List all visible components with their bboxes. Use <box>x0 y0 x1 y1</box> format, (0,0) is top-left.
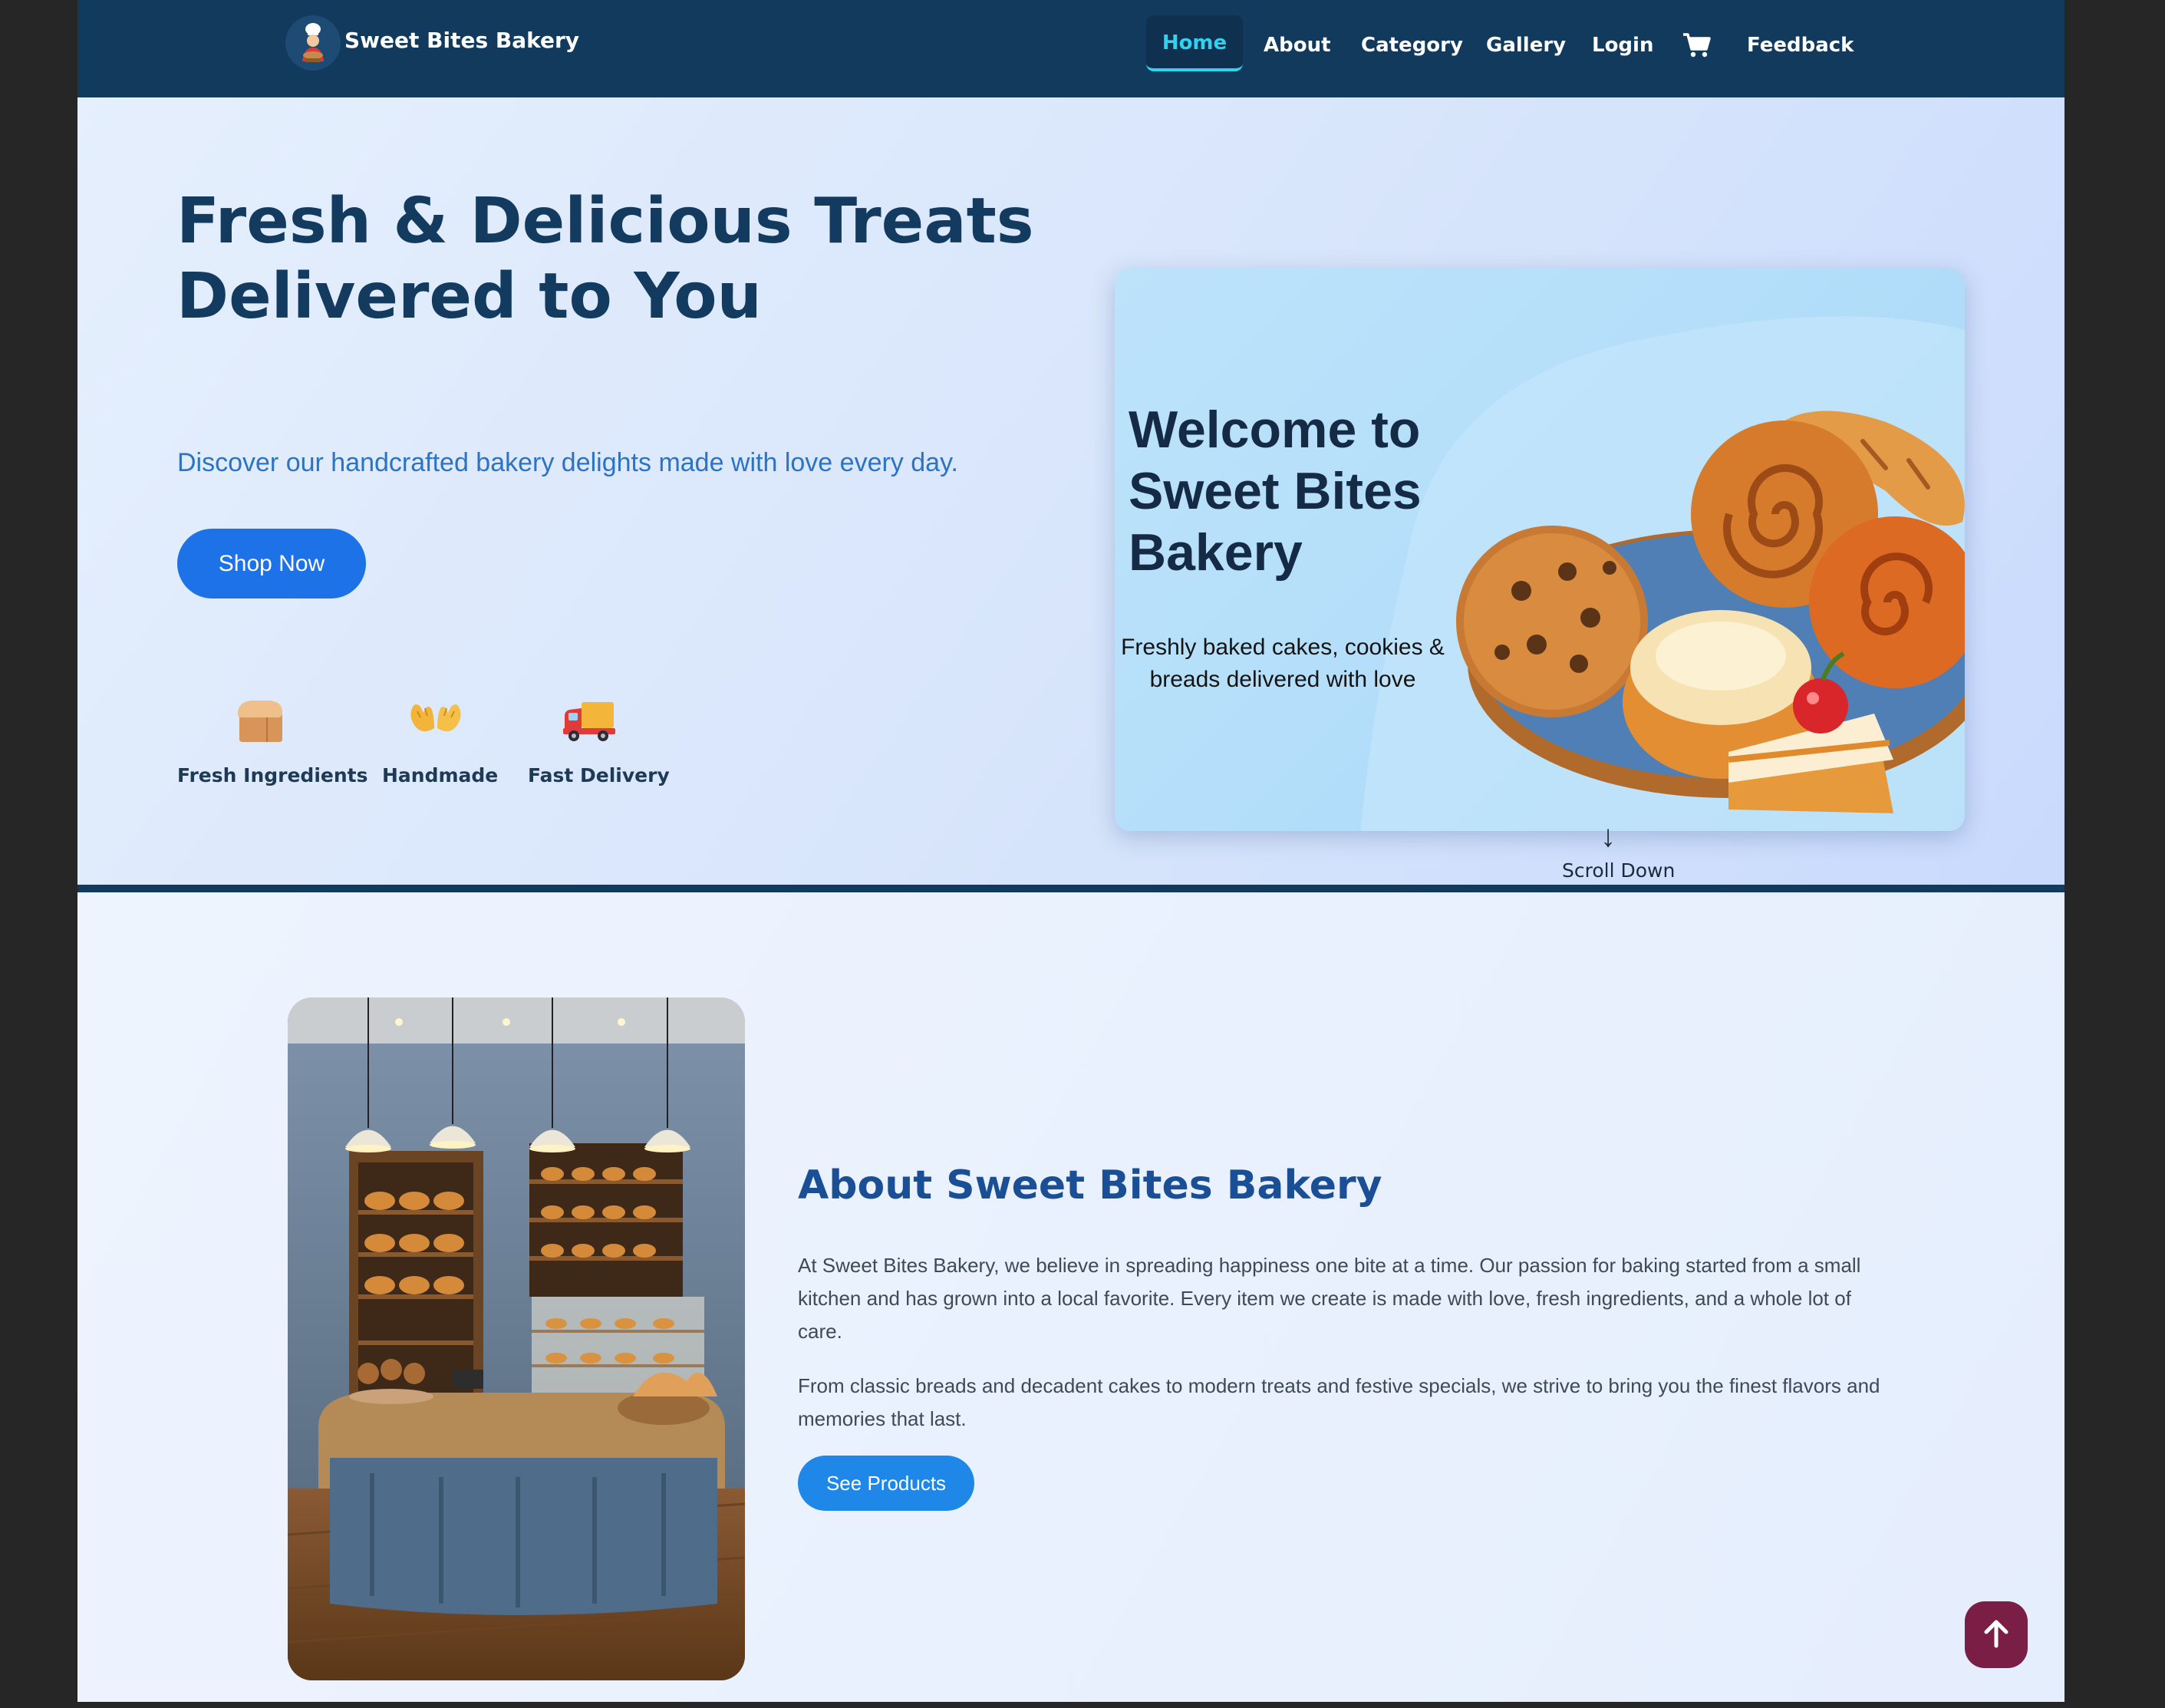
cart-icon[interactable] <box>1682 32 1711 58</box>
navbar: Sweet Bites Bakery Home About Category G… <box>77 0 2064 97</box>
page: Sweet Bites Bakery Home About Category G… <box>77 0 2064 1702</box>
about-paragraph: At Sweet Bites Bakery, we believe in spr… <box>798 1254 1861 1343</box>
feature-label: Handmade <box>382 764 499 786</box>
feature-fresh-ingredients: Fresh Ingredients <box>177 694 367 786</box>
feature-handmade: Handmade <box>382 694 498 786</box>
welcome-banner-card: Welcome to Sweet Bites Bakery Freshly ba… <box>1115 269 1965 831</box>
hero-title: Fresh & Delicious Treats Delivered to Yo… <box>176 185 1034 333</box>
back-to-top-button[interactable] <box>1965 1601 2028 1668</box>
feature-label: Fresh Ingredients <box>177 764 368 786</box>
arrow-up-icon <box>1982 1618 2011 1651</box>
pastry-platter-illustration <box>1456 411 1965 813</box>
nav-category[interactable]: Category <box>1361 0 1463 91</box>
nav-feedback[interactable]: Feedback <box>1747 0 1854 91</box>
brand-name[interactable]: Sweet Bites Bakery <box>344 28 579 53</box>
nav-about[interactable]: About <box>1264 0 1331 91</box>
shop-now-button[interactable]: Shop Now <box>177 529 366 598</box>
about-paragraph: From classic breads and decadent cakes t… <box>798 1374 1880 1430</box>
feature-label: Fast Delivery <box>528 764 670 786</box>
feature-fast-delivery: Fast Delivery <box>528 694 670 786</box>
section-divider <box>77 885 2064 892</box>
truck-icon <box>528 694 651 750</box>
hands-icon <box>382 694 489 750</box>
nav-login[interactable]: Login <box>1592 0 1653 91</box>
bread-icon <box>177 694 341 750</box>
nav-gallery[interactable]: Gallery <box>1486 0 1566 91</box>
welcome-text: Freshly baked cakes, cookies & breads de… <box>1121 635 1445 692</box>
bakery-interior-image <box>288 997 745 1680</box>
nav-home[interactable]: Home <box>1146 15 1243 71</box>
scroll-down-label[interactable]: Scroll Down <box>1562 859 1675 882</box>
see-products-button[interactable]: See Products <box>798 1456 974 1511</box>
hero-subtitle: Discover our handcrafted bakery delights… <box>177 448 958 477</box>
about-title: About Sweet Bites Bakery <box>798 1162 1382 1208</box>
scroll-down-arrow-icon[interactable]: ↓ <box>1600 819 1616 854</box>
chef-logo-icon[interactable] <box>285 15 341 71</box>
